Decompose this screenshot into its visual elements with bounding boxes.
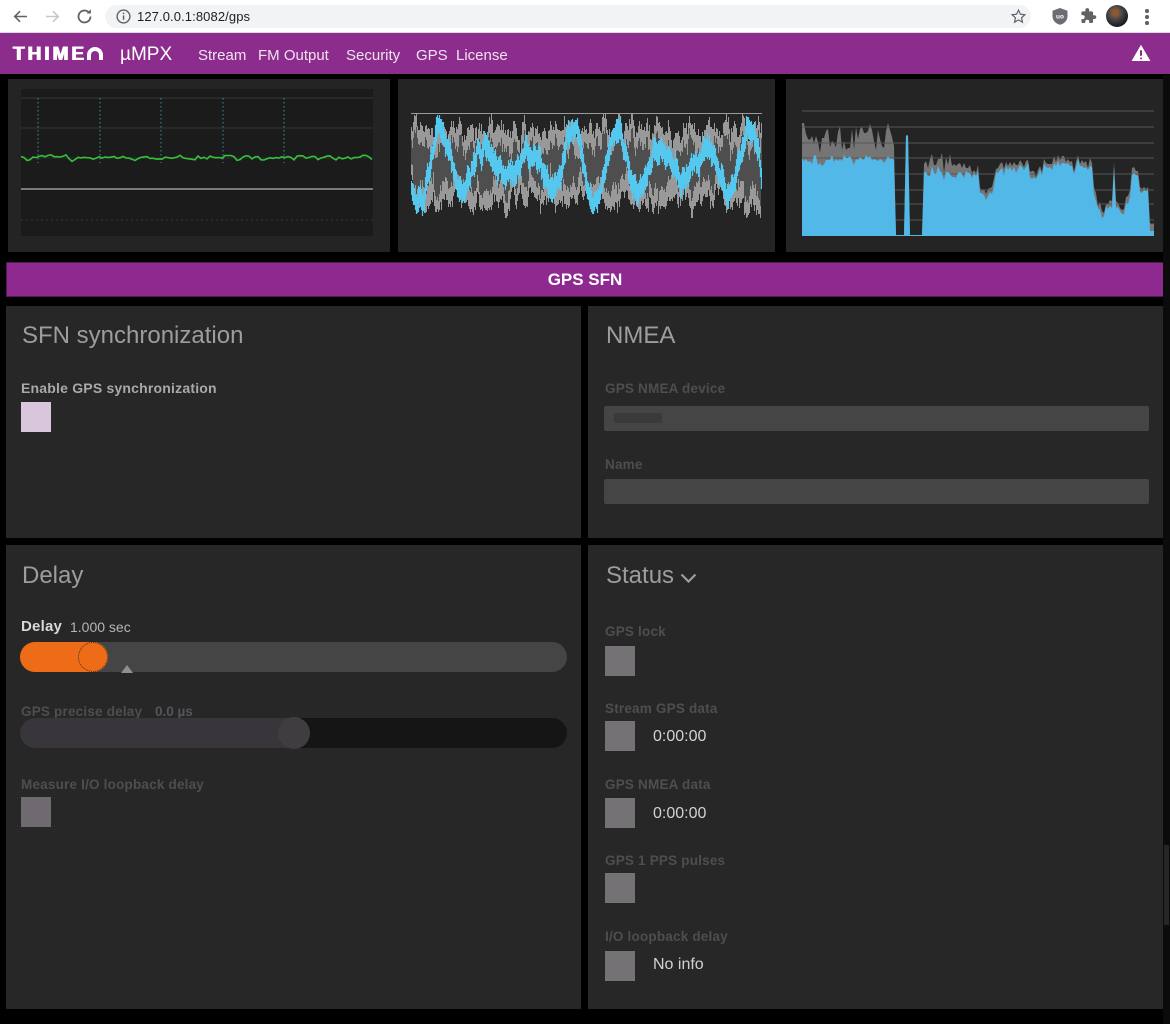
svg-text:uo: uo bbox=[1056, 14, 1064, 21]
